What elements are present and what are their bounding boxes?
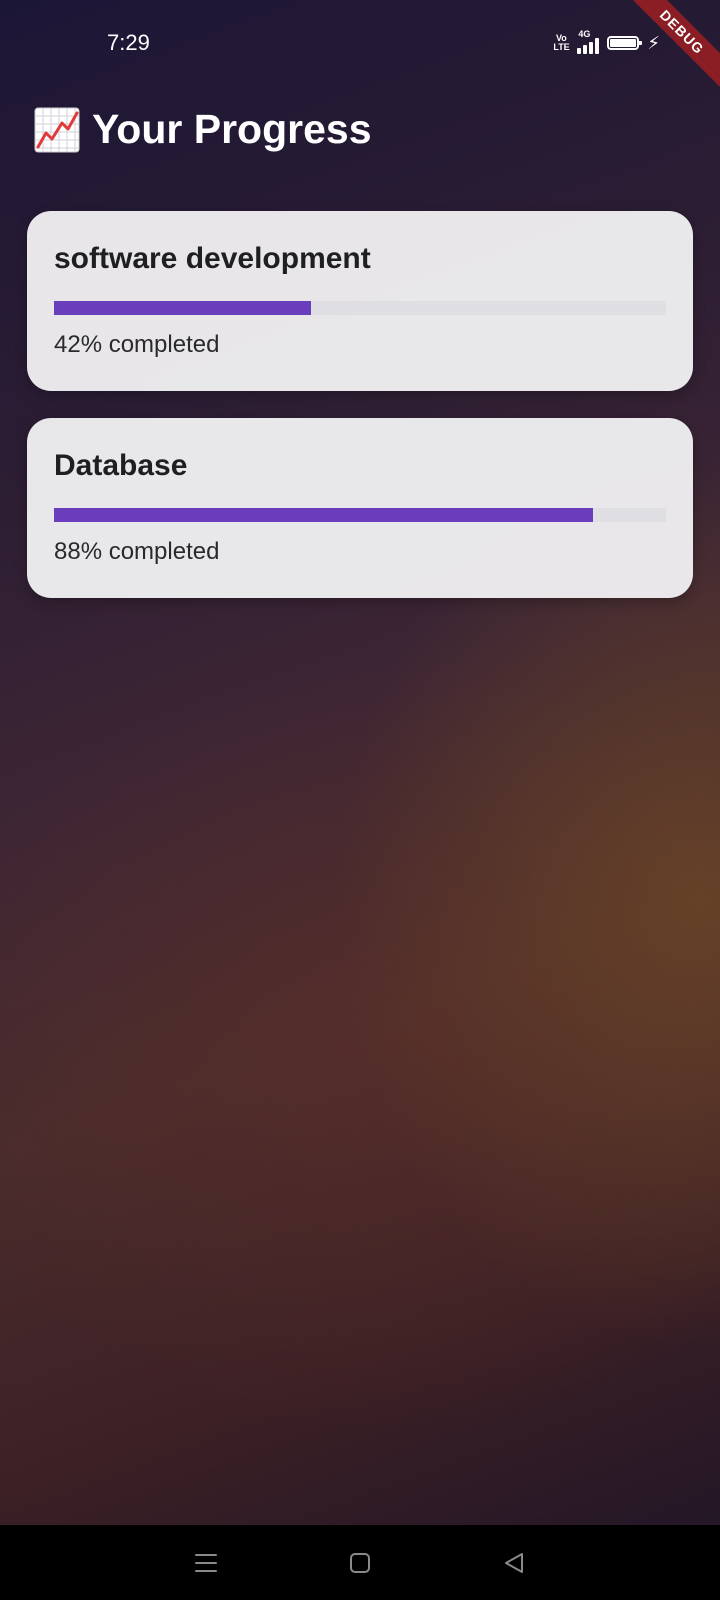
progress-bar — [54, 508, 666, 522]
course-card-database[interactable]: Database 88% completed — [27, 418, 693, 598]
signal-icon: 4G — [577, 29, 600, 54]
back-icon[interactable] — [501, 1550, 527, 1576]
progress-text: 42% completed — [54, 331, 220, 358]
page-header: Your Progress — [34, 106, 372, 153]
course-title: software development — [54, 242, 371, 275]
status-time: 7:29 — [107, 30, 150, 55]
page-title: Your Progress — [92, 106, 372, 152]
volte-icon: Vo LTE — [553, 33, 570, 52]
chart-increasing-icon — [34, 107, 80, 152]
course-card-software-development[interactable]: software development 42% completed — [27, 211, 693, 391]
status-bar: 7:29 Vo LTE 4G ⚡ — [0, 0, 720, 90]
status-icons: Vo LTE 4G ⚡ — [553, 29, 660, 54]
system-nav-bar — [0, 1525, 720, 1600]
battery-icon — [607, 36, 643, 50]
home-icon[interactable] — [347, 1550, 373, 1576]
progress-text: 88% completed — [54, 538, 220, 565]
charging-icon: ⚡ — [647, 33, 660, 53]
course-list: software development 42% completed Datab… — [27, 211, 693, 625]
progress-fill — [54, 301, 312, 315]
progress-bar — [54, 301, 666, 315]
progress-fill — [54, 508, 593, 522]
course-title: Database — [54, 449, 188, 482]
network-type-label: 4G — [578, 29, 591, 39]
menu-icon[interactable] — [193, 1550, 219, 1576]
